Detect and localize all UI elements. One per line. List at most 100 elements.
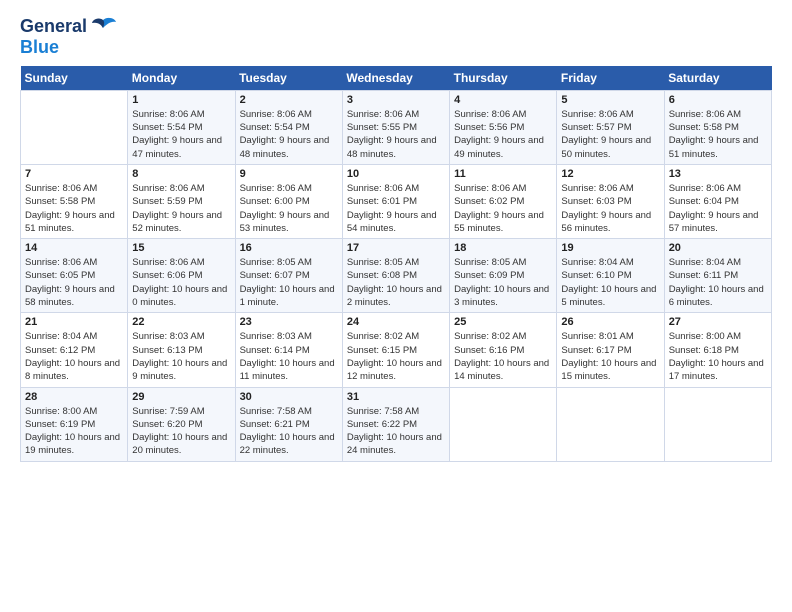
day-detail: Sunrise: 8:06 AMSunset: 6:06 PMDaylight:…: [132, 257, 227, 308]
week-row-1: 1 Sunrise: 8:06 AMSunset: 5:54 PMDaylight…: [21, 90, 772, 164]
day-detail: Sunrise: 8:04 AMSunset: 6:11 PMDaylight:…: [669, 257, 764, 308]
day-cell: 24Sunrise: 8:02 AMSunset: 6:15 PMDayligh…: [342, 313, 449, 387]
day-number: 22: [132, 316, 230, 328]
day-number: 20: [669, 242, 767, 254]
day-number: 25: [454, 316, 552, 328]
day-cell: 1Sunrise: 8:06 AMSunset: 5:54 PMDaylight…: [128, 90, 235, 164]
day-number: 9: [240, 168, 338, 180]
day-number: 16: [240, 242, 338, 254]
calendar-table: SundayMondayTuesdayWednesdayThursdayFrid…: [20, 66, 772, 462]
day-cell: 31 Sunrise: 7:58 AMSunset: 6:22 PMDayligh…: [342, 387, 449, 461]
col-header-saturday: Saturday: [664, 66, 771, 91]
day-detail: Sunrise: 8:06 AMSunset: 5:57 PMDaylight:…: [561, 109, 651, 160]
day-cell: 15Sunrise: 8:06 AMSunset: 6:06 PMDayligh…: [128, 239, 235, 313]
day-detail: Sunrise: 8:06 AMSunset: 6:03 PMDaylight:…: [561, 183, 651, 234]
day-number: 28: [25, 391, 123, 403]
day-detail: Sunrise: 8:05 AMSunset: 6:08 PMDaylight:…: [347, 257, 442, 308]
day-detail: Sunrise: 8:06 AMSunset: 5:58 PMDaylight:…: [669, 109, 759, 160]
day-cell: [664, 387, 771, 461]
day-cell: 28 Sunrise: 8:00 AMSunset: 6:19 PMDayligh…: [21, 387, 128, 461]
day-cell: 6Sunrise: 8:06 AMSunset: 5:58 PMDaylight…: [664, 90, 771, 164]
day-cell: 13Sunrise: 8:06 AMSunset: 6:04 PMDayligh…: [664, 164, 771, 238]
day-number: 4: [454, 94, 552, 106]
day-number: 23: [240, 316, 338, 328]
day-cell: 7 Sunrise: 8:06 AMSunset: 5:58 PMDaylight…: [21, 164, 128, 238]
day-detail: Sunrise: 8:06 AMSunset: 5:58 PMDaylight:…: [25, 183, 115, 234]
day-number: 18: [454, 242, 552, 254]
day-number: 10: [347, 168, 445, 180]
day-detail: Sunrise: 8:06 AMSunset: 5:59 PMDaylight:…: [132, 183, 222, 234]
logo: General Blue: [20, 16, 117, 58]
week-row-5: 28 Sunrise: 8:00 AMSunset: 6:19 PMDayligh…: [21, 387, 772, 461]
day-cell: 5 Sunrise: 8:06 AMSunset: 5:57 PMDaylight…: [557, 90, 664, 164]
day-detail: Sunrise: 8:06 AMSunset: 5:54 PMDaylight:…: [240, 109, 330, 160]
day-cell: 10 Sunrise: 8:06 AMSunset: 6:01 PMDayligh…: [342, 164, 449, 238]
day-cell: 2 Sunrise: 8:06 AMSunset: 5:54 PMDaylight…: [235, 90, 342, 164]
day-cell: [450, 387, 557, 461]
day-cell: 20 Sunrise: 8:04 AMSunset: 6:11 PMDayligh…: [664, 239, 771, 313]
col-header-friday: Friday: [557, 66, 664, 91]
day-detail: Sunrise: 7:58 AMSunset: 6:22 PMDaylight:…: [347, 406, 442, 457]
day-cell: 22Sunrise: 8:03 AMSunset: 6:13 PMDayligh…: [128, 313, 235, 387]
day-detail: Sunrise: 8:05 AMSunset: 6:09 PMDaylight:…: [454, 257, 549, 308]
day-number: 21: [25, 316, 123, 328]
day-detail: Sunrise: 8:06 AMSunset: 6:01 PMDaylight:…: [347, 183, 437, 234]
day-number: 12: [561, 168, 659, 180]
day-cell: 17Sunrise: 8:05 AMSunset: 6:08 PMDayligh…: [342, 239, 449, 313]
header-row: SundayMondayTuesdayWednesdayThursdayFrid…: [21, 66, 772, 91]
day-detail: Sunrise: 8:06 AMSunset: 6:05 PMDaylight:…: [25, 257, 115, 308]
day-cell: 8 Sunrise: 8:06 AMSunset: 5:59 PMDaylight…: [128, 164, 235, 238]
day-cell: 18 Sunrise: 8:05 AMSunset: 6:09 PMDayligh…: [450, 239, 557, 313]
day-cell: 23Sunrise: 8:03 AMSunset: 6:14 PMDayligh…: [235, 313, 342, 387]
day-number: 19: [561, 242, 659, 254]
day-number: 8: [132, 168, 230, 180]
day-number: 1: [132, 94, 230, 106]
day-cell: 21 Sunrise: 8:04 AMSunset: 6:12 PMDayligh…: [21, 313, 128, 387]
col-header-thursday: Thursday: [450, 66, 557, 91]
week-row-3: 14 Sunrise: 8:06 AMSunset: 6:05 PMDayligh…: [21, 239, 772, 313]
day-detail: Sunrise: 8:04 AMSunset: 6:12 PMDaylight:…: [25, 331, 120, 382]
day-detail: Sunrise: 8:06 AMSunset: 5:56 PMDaylight:…: [454, 109, 544, 160]
logo-bird-icon: [89, 16, 117, 38]
day-detail: Sunrise: 8:06 AMSunset: 6:00 PMDaylight:…: [240, 183, 330, 234]
page-header: General Blue: [20, 16, 772, 58]
day-cell: 3Sunrise: 8:06 AMSunset: 5:55 PMDaylight…: [342, 90, 449, 164]
day-number: 2: [240, 94, 338, 106]
day-detail: Sunrise: 8:04 AMSunset: 6:10 PMDaylight:…: [561, 257, 656, 308]
logo-blue: Blue: [20, 38, 59, 58]
col-header-tuesday: Tuesday: [235, 66, 342, 91]
day-number: 30: [240, 391, 338, 403]
calendar-page: General Blue SundayMondayTuesdayWednesda…: [0, 0, 792, 472]
day-number: 5: [561, 94, 659, 106]
col-header-monday: Monday: [128, 66, 235, 91]
week-row-4: 21 Sunrise: 8:04 AMSunset: 6:12 PMDayligh…: [21, 313, 772, 387]
day-number: 7: [25, 168, 123, 180]
day-detail: Sunrise: 8:06 AMSunset: 6:02 PMDaylight:…: [454, 183, 544, 234]
day-cell: 14 Sunrise: 8:06 AMSunset: 6:05 PMDayligh…: [21, 239, 128, 313]
day-number: 31: [347, 391, 445, 403]
logo-general: General: [20, 17, 87, 37]
day-cell: [557, 387, 664, 461]
week-row-2: 7 Sunrise: 8:06 AMSunset: 5:58 PMDaylight…: [21, 164, 772, 238]
day-cell: [21, 90, 128, 164]
day-detail: Sunrise: 8:02 AMSunset: 6:15 PMDaylight:…: [347, 331, 442, 382]
day-detail: Sunrise: 8:06 AMSunset: 5:55 PMDaylight:…: [347, 109, 437, 160]
day-number: 11: [454, 168, 552, 180]
day-cell: 26Sunrise: 8:01 AMSunset: 6:17 PMDayligh…: [557, 313, 664, 387]
day-detail: Sunrise: 8:00 AMSunset: 6:19 PMDaylight:…: [25, 406, 120, 457]
day-detail: Sunrise: 8:00 AMSunset: 6:18 PMDaylight:…: [669, 331, 764, 382]
day-detail: Sunrise: 7:59 AMSunset: 6:20 PMDaylight:…: [132, 406, 227, 457]
day-cell: 30Sunrise: 7:58 AMSunset: 6:21 PMDayligh…: [235, 387, 342, 461]
day-cell: 19 Sunrise: 8:04 AMSunset: 6:10 PMDayligh…: [557, 239, 664, 313]
day-detail: Sunrise: 8:01 AMSunset: 6:17 PMDaylight:…: [561, 331, 656, 382]
day-cell: 12 Sunrise: 8:06 AMSunset: 6:03 PMDayligh…: [557, 164, 664, 238]
day-cell: 25 Sunrise: 8:02 AMSunset: 6:16 PMDayligh…: [450, 313, 557, 387]
col-header-wednesday: Wednesday: [342, 66, 449, 91]
day-detail: Sunrise: 8:05 AMSunset: 6:07 PMDaylight:…: [240, 257, 335, 308]
day-detail: Sunrise: 8:02 AMSunset: 6:16 PMDaylight:…: [454, 331, 549, 382]
day-number: 13: [669, 168, 767, 180]
day-number: 27: [669, 316, 767, 328]
day-cell: 4 Sunrise: 8:06 AMSunset: 5:56 PMDaylight…: [450, 90, 557, 164]
day-cell: 27 Sunrise: 8:00 AMSunset: 6:18 PMDayligh…: [664, 313, 771, 387]
day-number: 14: [25, 242, 123, 254]
